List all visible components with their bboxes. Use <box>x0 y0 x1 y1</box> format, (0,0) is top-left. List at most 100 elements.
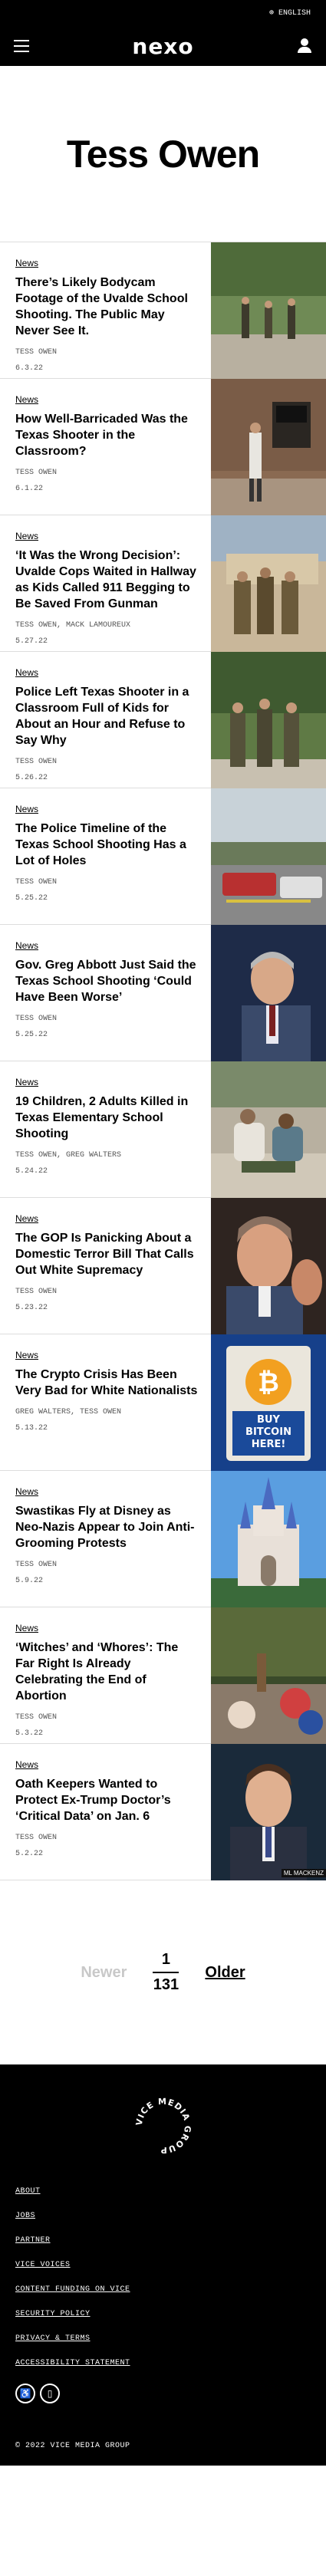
article-date: 5.24.22 <box>15 1167 48 1176</box>
article-date: 6.3.22 <box>15 364 44 373</box>
svg-text:VICE MEDIA GROUP: VICE MEDIA GROUP <box>133 2097 193 2155</box>
logo-text: VICE MEDIA GROUP <box>133 2097 192 2155</box>
footer-link-jobs[interactable]: JOBS <box>15 2212 311 2220</box>
article-card[interactable]: News The GOP Is Panicking About a Domest… <box>0 1198 326 1334</box>
vice-media-group-logo[interactable]: VICE MEDIA GROUP <box>133 2095 194 2157</box>
article-card[interactable]: News Police Left Texas Shooter in a Clas… <box>0 652 326 788</box>
article-date: 5.26.22 <box>15 774 48 782</box>
site-logo[interactable]: nexo <box>132 34 193 59</box>
newer-button: Newer <box>81 1963 127 1981</box>
main-nav: nexo <box>0 26 326 66</box>
article-byline[interactable]: TESS OWEN <box>15 1834 200 1842</box>
article-card[interactable]: News ‘It Was the Wrong Decision’: Uvalde… <box>0 515 326 652</box>
article-category[interactable]: News <box>15 1213 38 1224</box>
article-byline[interactable]: TESS OWEN <box>15 1288 200 1296</box>
globe-icon[interactable]: ⊕ <box>269 8 274 18</box>
article-list: News There’s Likely Bodycam Footage of t… <box>0 242 326 1880</box>
tablet-icon[interactable]: ▯ <box>40 2384 60 2403</box>
article-card[interactable]: News The Police Timeline of the Texas Sc… <box>0 788 326 925</box>
article-date: 5.13.22 <box>15 1424 48 1433</box>
footer-link-content-funding[interactable]: CONTENT FUNDING ON VICE <box>15 2285 311 2294</box>
article-date: 5.9.22 <box>15 1577 44 1585</box>
article-byline[interactable]: TESS OWEN <box>15 758 200 766</box>
article-category[interactable]: News <box>15 1486 38 1497</box>
article-byline[interactable]: TESS OWEN <box>15 1015 200 1023</box>
article-thumbnail[interactable] <box>211 788 326 925</box>
top-bar: ⊕ ENGLISH <box>0 0 326 26</box>
article-date: 5.3.22 <box>15 1729 44 1738</box>
footer-link-vice-voices[interactable]: VICE VOICES <box>15 2261 311 2269</box>
article-title[interactable]: 19 Children, 2 Adults Killed in Texas El… <box>15 1094 200 1142</box>
article-title[interactable]: There’s Likely Bodycam Footage of the Uv… <box>15 275 200 339</box>
article-category[interactable]: News <box>15 394 38 405</box>
article-byline[interactable]: TESS OWEN, MACK LAMOUREUX <box>15 621 200 630</box>
article-thumbnail[interactable] <box>211 1061 326 1198</box>
copyright: © 2022 VICE MEDIA GROUP <box>15 2442 130 2450</box>
article-category[interactable]: News <box>15 667 38 678</box>
article-date: 6.1.22 <box>15 485 44 493</box>
article-card[interactable]: News There’s Likely Bodycam Footage of t… <box>0 242 326 379</box>
article-byline[interactable]: TESS OWEN, GREG WALTERS <box>15 1151 200 1160</box>
svg-text:₿: ₿ <box>258 1367 279 1398</box>
article-title[interactable]: The Police Timeline of the Texas School … <box>15 821 200 869</box>
article-card[interactable]: News Swastikas Fly at Disney as Neo-Nazi… <box>0 1471 326 1607</box>
article-card[interactable]: News 19 Children, 2 Adults Killed in Tex… <box>0 1061 326 1198</box>
article-title[interactable]: How Well-Barricaded Was the Texas Shoote… <box>15 411 200 459</box>
article-category[interactable]: News <box>15 531 38 541</box>
article-thumbnail[interactable] <box>211 1471 326 1607</box>
current-page: 1 <box>161 1951 170 1968</box>
article-category[interactable]: News <box>15 1623 38 1633</box>
article-card[interactable]: News ‘Witches’ and ‘Whores’: The Far Rig… <box>0 1607 326 1744</box>
article-thumbnail[interactable] <box>211 1607 326 1744</box>
user-icon[interactable] <box>297 38 312 54</box>
article-thumbnail[interactable] <box>211 1198 326 1334</box>
footer-link-privacy-terms[interactable]: PRIVACY & TERMS <box>15 2334 311 2343</box>
article-title[interactable]: ‘Witches’ and ‘Whores’: The Far Right Is… <box>15 1640 200 1704</box>
footer-link-partner[interactable]: PARTNER <box>15 2236 311 2245</box>
article-category[interactable]: News <box>15 258 38 268</box>
footer-link-accessibility[interactable]: ACCESSIBILITY STATEMENT <box>15 2359 311 2367</box>
footer-link-about[interactable]: ABOUT <box>15 2187 311 2196</box>
total-pages: 131 <box>153 1976 179 1993</box>
article-category[interactable]: News <box>15 1077 38 1087</box>
article-title[interactable]: Swastikas Fly at Disney as Neo-Nazis App… <box>15 1503 200 1551</box>
article-category[interactable]: News <box>15 804 38 814</box>
wheelchair-icon[interactable]: ♿ <box>15 2384 35 2403</box>
photo-credit-text: ML MACKENZ <box>283 1870 324 1877</box>
older-button[interactable]: Older <box>205 1964 245 1982</box>
article-card[interactable]: News Gov. Greg Abbott Just Said the Texa… <box>0 925 326 1061</box>
article-byline[interactable]: TESS OWEN <box>15 1713 200 1722</box>
article-thumbnail[interactable]: ₿ BUY BITCOIN HERE! <box>211 1334 326 1471</box>
article-category[interactable]: News <box>15 1759 38 1770</box>
article-byline[interactable]: TESS OWEN <box>15 878 200 887</box>
article-date: 5.2.22 <box>15 1850 44 1858</box>
language-link[interactable]: ENGLISH <box>278 9 311 18</box>
footer-link-security-policy[interactable]: SECURITY POLICY <box>15 2310 311 2318</box>
article-thumbnail[interactable] <box>211 652 326 788</box>
article-thumbnail[interactable] <box>211 515 326 652</box>
article-title[interactable]: Oath Keepers Wanted to Protect Ex-Trump … <box>15 1776 200 1824</box>
article-title[interactable]: ‘It Was the Wrong Decision’: Uvalde Cops… <box>15 548 200 612</box>
accessibility-widget[interactable]: ♿ ▯ <box>15 2384 311 2403</box>
article-byline[interactable]: TESS OWEN <box>15 348 200 357</box>
menu-icon[interactable] <box>14 40 29 52</box>
article-category[interactable]: News <box>15 940 38 951</box>
article-title[interactable]: Gov. Greg Abbott Just Said the Texas Sch… <box>15 957 200 1005</box>
article-byline[interactable]: GREG WALTERS, TESS OWEN <box>15 1408 200 1416</box>
article-thumbnail[interactable] <box>211 379 326 515</box>
article-title[interactable]: Police Left Texas Shooter in a Classroom… <box>15 684 200 748</box>
article-byline[interactable]: TESS OWEN <box>15 1561 200 1569</box>
footer-links: ABOUT JOBS PARTNER VICE VOICES CONTENT F… <box>15 2187 311 2367</box>
article-thumbnail[interactable] <box>211 242 326 379</box>
article-card[interactable]: News The Crypto Crisis Has Been Very Bad… <box>0 1334 326 1471</box>
article-thumbnail[interactable] <box>211 925 326 1061</box>
article-byline[interactable]: TESS OWEN <box>15 469 200 477</box>
article-date: 5.27.22 <box>15 637 48 646</box>
article-title[interactable]: The Crypto Crisis Has Been Very Bad for … <box>15 1367 200 1399</box>
article-date: 5.23.22 <box>15 1304 48 1312</box>
article-card[interactable]: News How Well-Barricaded Was the Texas S… <box>0 379 326 515</box>
article-category[interactable]: News <box>15 1350 38 1360</box>
article-card[interactable]: News Oath Keepers Wanted to Protect Ex-T… <box>0 1744 326 1880</box>
article-thumbnail[interactable]: ML MACKENZ <box>211 1744 326 1880</box>
article-title[interactable]: The GOP Is Panicking About a Domestic Te… <box>15 1230 200 1278</box>
